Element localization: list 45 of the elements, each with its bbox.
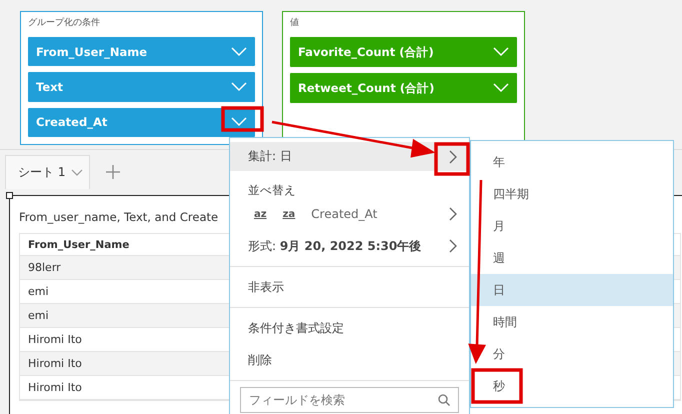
column-header[interactable]: From_User_Name: [20, 238, 130, 250]
table-cell-text: 98lerr: [27, 261, 61, 274]
table-cell-text: Hiromi Ito: [27, 357, 82, 370]
submenu-item[interactable]: 月: [471, 210, 673, 242]
visual-title: From_user_name, Text, and Create: [19, 210, 218, 224]
search-field[interactable]: フィールドを検索: [240, 387, 459, 413]
sheet-tab[interactable]: シート 1: [5, 155, 90, 189]
sort-icon[interactable]: az: [254, 208, 267, 220]
submenu-item[interactable]: 日: [471, 274, 673, 306]
highlight-box: [221, 106, 264, 132]
sort-field-label: Created_At: [311, 207, 378, 221]
add-icon[interactable]: [106, 165, 120, 179]
table-cell-text: emi: [27, 309, 49, 322]
sort-icon[interactable]: za: [282, 208, 296, 220]
field-name: Retweet_Count (合計): [298, 80, 434, 96]
menu-item[interactable]: az za Created_At: [230, 198, 469, 230]
table-cell-text: Hiromi Ito: [27, 381, 82, 394]
search-icon: [438, 394, 450, 406]
submenu-item[interactable]: 秒: [471, 370, 673, 402]
submenu-item[interactable]: 時間: [471, 306, 673, 338]
submenu-item[interactable]: 年: [471, 146, 673, 178]
highlight-box: [471, 368, 523, 404]
field-name: Created_At: [36, 115, 108, 130]
table-cell-text: emi: [27, 285, 49, 298]
table-cell-text: Hiromi Ito: [27, 333, 82, 346]
field-name: Text: [36, 80, 64, 94]
menu-item[interactable]: 集計: 日: [230, 142, 469, 171]
submenu-item[interactable]: 週: [471, 242, 673, 274]
resize-handle[interactable]: [6, 192, 13, 199]
chevron-right-icon: [449, 239, 457, 253]
menu-item[interactable]: 条件付き書式設定: [230, 312, 469, 344]
menu-item[interactable]: 形式: 9月 20, 2022 5:30午後: [230, 230, 469, 262]
menu-item[interactable]: 非表示: [230, 271, 469, 303]
submenu-item[interactable]: 四半期: [471, 178, 673, 210]
submenu-item[interactable]: 分: [471, 338, 673, 370]
well-label: グループ化の条件: [28, 16, 100, 30]
well-label: 値: [290, 16, 299, 30]
menu-heading: 並べ替え: [247, 182, 297, 198]
chevron-down-icon[interactable]: [71, 168, 84, 176]
field-name: From_User_Name: [36, 44, 147, 59]
menu-item[interactable]: 削除: [230, 344, 469, 376]
highlight-box: [434, 142, 470, 176]
chevron-right-icon: [449, 150, 457, 164]
field-name: Favorite_Count (合計): [298, 44, 434, 60]
chevron-right-icon: [449, 207, 457, 221]
